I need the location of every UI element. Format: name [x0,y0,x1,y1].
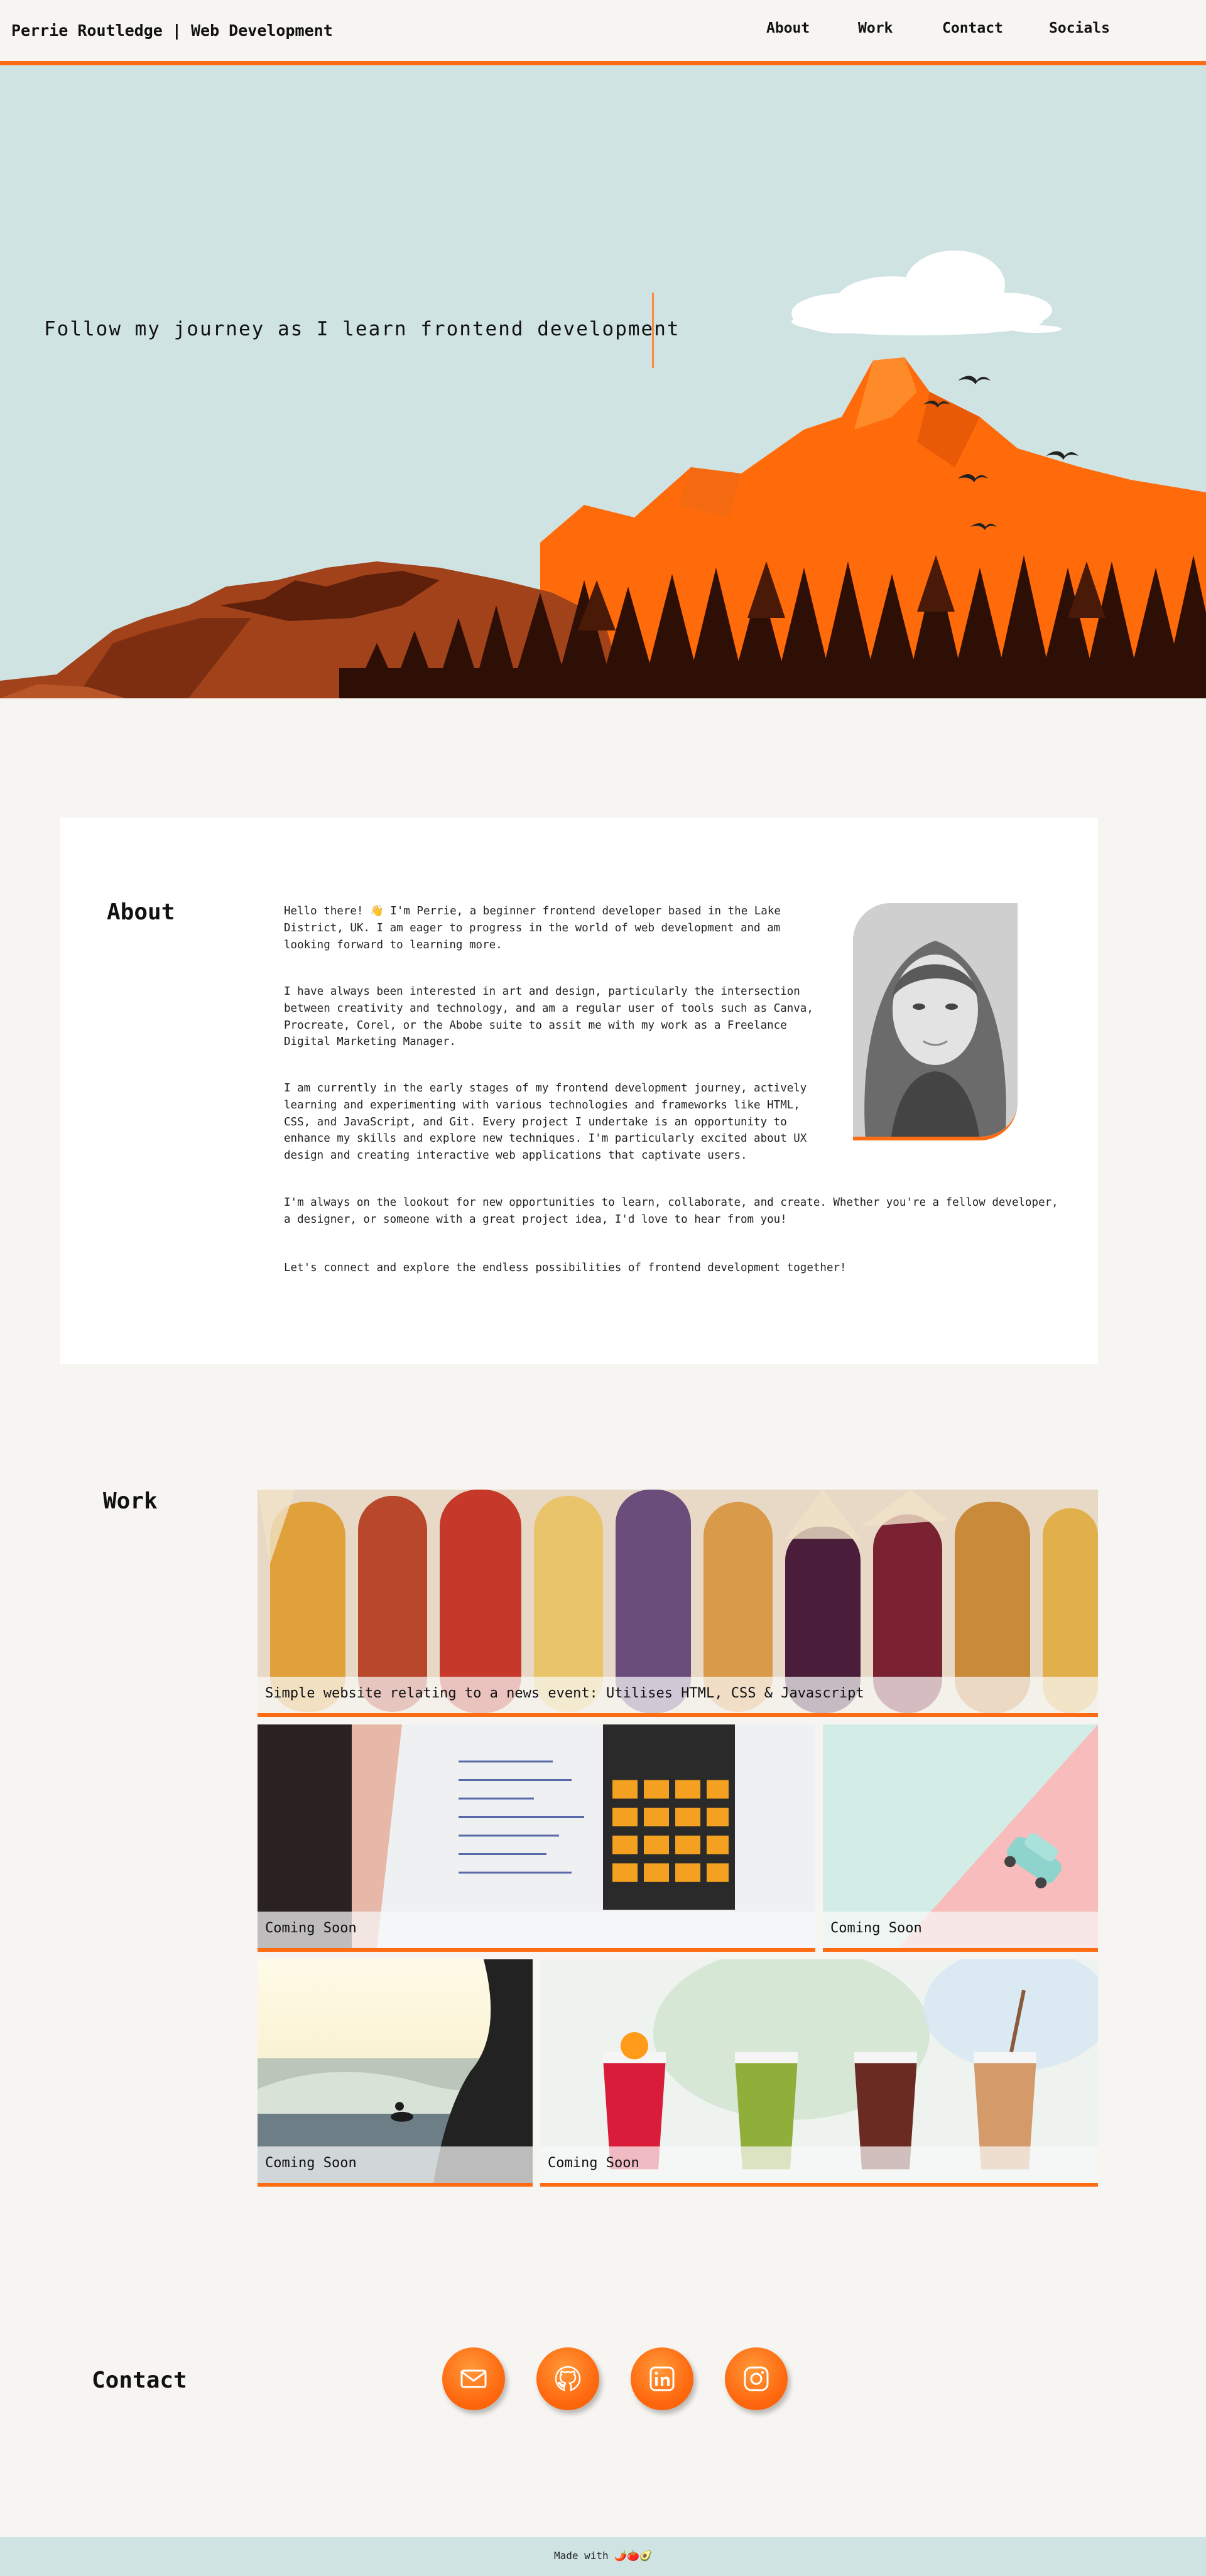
project-caption: Coming Soon [258,2146,533,2183]
project-caption: Simple website relating to a news event:… [258,1677,1098,1713]
profile-photo [853,903,1018,1140]
site-footer: Made with 🌶️🍅🥑 [0,2537,1206,2576]
instagram-link[interactable] [725,2347,788,2410]
project-caption: Coming Soon [823,1912,1098,1948]
github-icon [555,2366,581,2391]
site-brand[interactable]: Perrie Routledge | Web Development [11,21,333,40]
nav-link-about[interactable]: About [766,20,810,36]
main-nav: About Work Contact Socials [729,20,1206,45]
hero-section: Follow my journey as I learn frontend de… [0,65,1206,698]
project-card-coming-soon-3[interactable]: Coming Soon [258,1959,533,2187]
email-link[interactable] [442,2347,505,2410]
hero-tagline: Follow my journey as I learn frontend de… [44,318,680,340]
mountain-landscape-illustration [0,251,1206,698]
project-card-coming-soon-1[interactable]: Coming Soon [258,1724,815,1952]
about-paragraph-1: Hello there! 👋 I'm Perrie, a beginner fr… [284,905,781,951]
about-heading: About [107,899,175,925]
contact-heading: Contact [92,2368,187,2393]
site-header: Perrie Routledge | Web Development About… [0,0,1206,65]
nav-link-work[interactable]: Work [858,20,893,36]
project-caption: Coming Soon [258,1912,815,1948]
linkedin-icon [649,2366,675,2391]
typing-cursor [652,293,654,368]
about-paragraph-2: I have always been interested in art and… [284,985,813,1049]
github-link[interactable] [536,2347,599,2410]
about-paragraph-3: I am currently in the early stages of my… [284,1082,807,1162]
footer-text: Made with 🌶️🍅🥑 [553,2550,653,2562]
email-icon [460,2369,487,2388]
nav-link-socials[interactable]: Socials [1049,20,1110,36]
about-paragraph-4: I'm always on the lookout for new opport… [284,1196,1058,1226]
about-section: About Hello there! 👋 I'm Perrie, a begin… [60,818,1098,1364]
project-card-coming-soon-4[interactable]: Coming Soon [540,1959,1098,2187]
nav-link-contact[interactable]: Contact [942,20,1003,36]
work-heading: Work [103,1488,158,1514]
project-caption: Coming Soon [540,2146,1098,2183]
project-card-news-website[interactable]: Simple website relating to a news event:… [258,1490,1098,1717]
project-card-coming-soon-2[interactable]: Coming Soon [823,1724,1098,1952]
instagram-icon [744,2366,769,2391]
linkedin-link[interactable] [631,2347,693,2410]
about-paragraph-5: Let's connect and explore the endless po… [284,1262,847,1274]
